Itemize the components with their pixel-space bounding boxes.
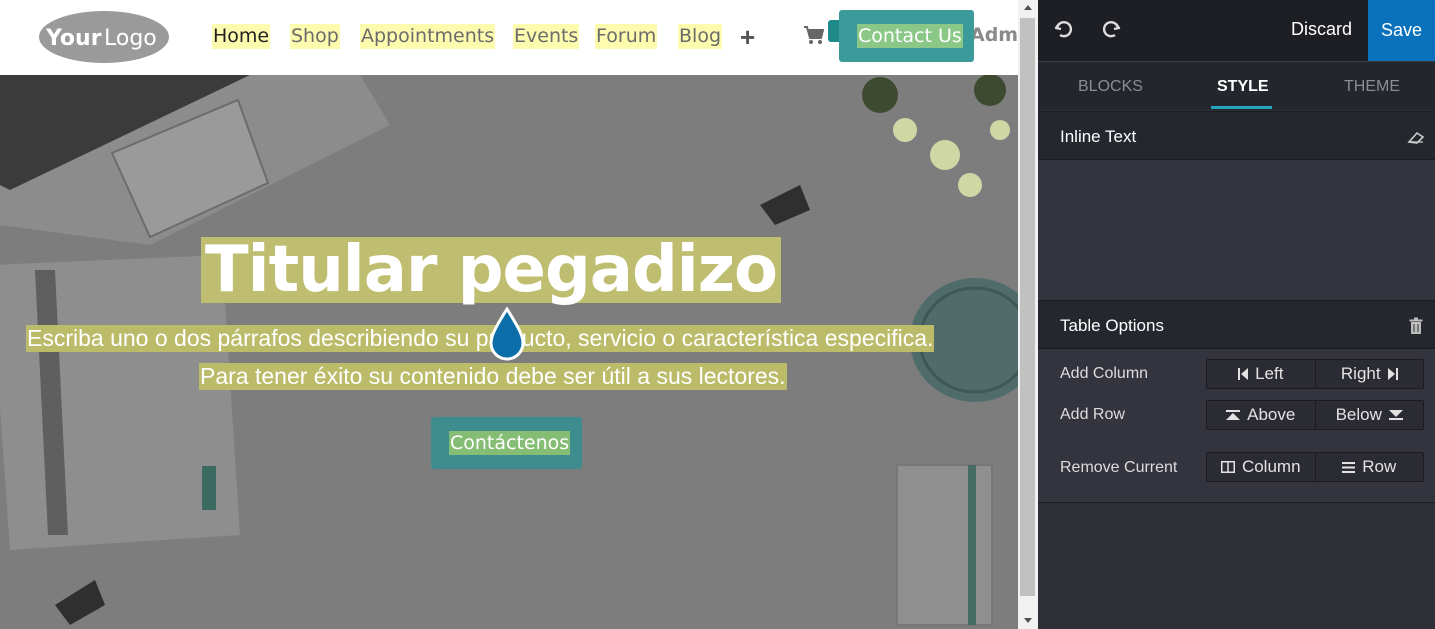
add-row-group: Above Below (1206, 400, 1424, 430)
site-navbar: Your Logo Home Shop Appointments Events … (0, 0, 1018, 75)
scroll-up-arrow-icon[interactable] (1024, 5, 1032, 10)
nav-blog[interactable]: Blog (678, 24, 722, 49)
hero-paragraph-line-2[interactable]: Para tener éxito su contenido debe ser ú… (199, 363, 787, 390)
hero-contact-button[interactable]: Contáctenos (431, 417, 582, 469)
contact-us-label: Contact Us (857, 24, 963, 48)
svg-text:Logo: Logo (104, 26, 157, 51)
website-preview: Your Logo Home Shop Appointments Events … (0, 0, 1018, 629)
panel-empty-area (1038, 502, 1435, 629)
remove-row-label: Row (1362, 457, 1397, 476)
remove-column-label: Column (1241, 457, 1301, 476)
remove-current-group: Column Row (1206, 452, 1424, 482)
redo-icon[interactable] (1098, 17, 1124, 43)
drag-handle-drop-icon[interactable] (489, 307, 525, 361)
remove-column-button[interactable]: Column (1207, 453, 1315, 481)
editor-toolbar: Discard Save (1038, 0, 1435, 61)
preview-scrollbar[interactable] (1018, 0, 1038, 629)
table-options-title: Table Options (1060, 316, 1164, 335)
step-forward-icon (1387, 368, 1398, 380)
add-row-below-button[interactable]: Below (1314, 401, 1423, 429)
editor-panel: Discard Save BLOCKS STYLE THEME Inline T… (1038, 0, 1435, 629)
remove-current-label: Remove Current (1060, 459, 1178, 476)
undo-icon[interactable] (1051, 17, 1077, 43)
contact-us-button[interactable]: Contact Us (839, 10, 974, 62)
add-column-left-button[interactable]: Left (1207, 360, 1315, 388)
add-column-right-button[interactable]: Right (1314, 360, 1423, 388)
add-column-left-label: Left (1255, 364, 1284, 383)
tab-blocks[interactable]: BLOCKS (1078, 78, 1143, 96)
save-button[interactable]: Save (1368, 0, 1435, 61)
nav-home[interactable]: Home (212, 24, 271, 49)
tab-style[interactable]: STYLE (1217, 78, 1269, 96)
table-options-header: Table Options (1038, 300, 1435, 349)
inline-text-title: Inline Text (1060, 127, 1137, 146)
scroll-thumb[interactable] (1020, 18, 1035, 596)
row-below-icon (1388, 410, 1403, 420)
add-row-above-label: Above (1247, 405, 1296, 424)
add-menu-icon[interactable]: + (740, 22, 755, 53)
trash-icon[interactable] (1406, 316, 1426, 336)
inline-text-header: Inline Text (1038, 111, 1435, 160)
nav-appointments[interactable]: Appointments (360, 24, 496, 49)
add-row-label: Add Row (1060, 406, 1125, 423)
remove-row-button[interactable]: Row (1314, 453, 1423, 481)
active-tab-indicator (1211, 106, 1272, 109)
hero-contact-label: Contáctenos (449, 431, 571, 455)
scroll-down-arrow-icon[interactable] (1024, 618, 1032, 623)
eraser-icon[interactable] (1406, 127, 1426, 147)
logo[interactable]: Your Logo (38, 10, 170, 64)
add-row-below-label: Below (1335, 405, 1382, 424)
editor-tabs: BLOCKS STYLE THEME (1038, 61, 1435, 110)
add-column-label: Add Column (1060, 365, 1149, 382)
cart-icon[interactable] (803, 25, 825, 45)
tab-theme[interactable]: THEME (1344, 78, 1400, 96)
nav-forum[interactable]: Forum (595, 24, 658, 49)
discard-button[interactable]: Discard (1291, 19, 1352, 40)
step-backward-icon (1238, 368, 1249, 380)
nav-shop[interactable]: Shop (290, 24, 340, 49)
hero-title[interactable]: Titular pegadizo (201, 237, 781, 303)
columns-icon (1220, 461, 1235, 473)
inline-text-body (1038, 160, 1435, 300)
add-column-right-label: Right (1340, 364, 1381, 383)
row-above-icon (1226, 410, 1241, 420)
hero-section[interactable]: Titular pegadizo Escriba uno o dos párra… (0, 75, 1018, 629)
table-options-body: Add Column Left Right Add Row Above Belo… (1038, 349, 1435, 502)
bars-icon (1342, 461, 1356, 473)
add-row-above-button[interactable]: Above (1207, 401, 1315, 429)
user-menu[interactable]: Admi (970, 24, 1018, 46)
hero-paragraph-line-1[interactable]: Escriba uno o dos párrafos describiendo … (26, 325, 935, 352)
svg-text:Your: Your (45, 26, 102, 51)
add-column-group: Left Right (1206, 359, 1424, 389)
nav-events[interactable]: Events (513, 24, 580, 49)
